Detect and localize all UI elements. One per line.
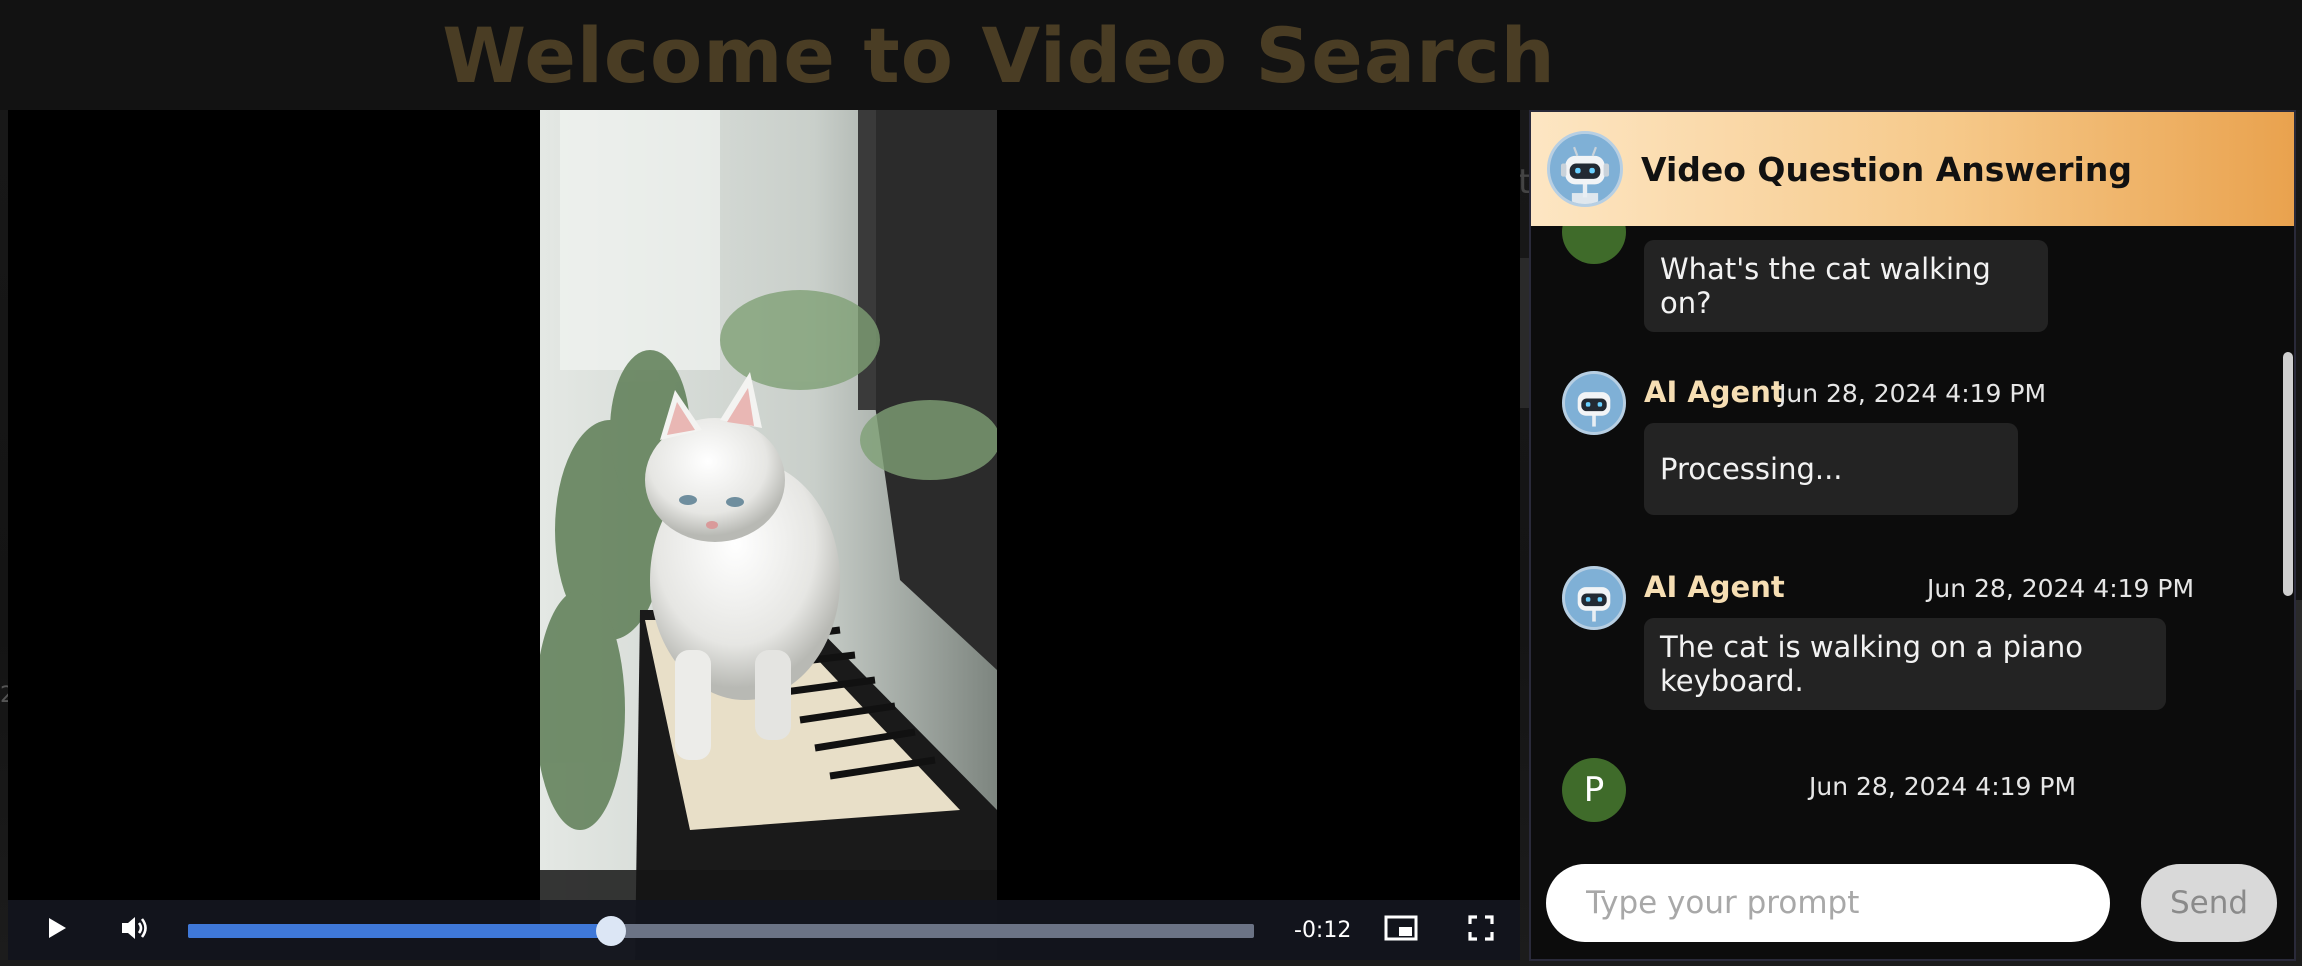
message-timestamp: Jun 28, 2024 4:19 PM — [1809, 772, 2077, 801]
robot-avatar-icon — [1562, 566, 1626, 630]
fullscreen-button[interactable] — [1460, 909, 1502, 951]
send-button[interactable]: Send — [2141, 864, 2277, 942]
message-text: The cat is walking on a piano keyboard. — [1660, 630, 2083, 698]
play-button[interactable] — [36, 909, 78, 951]
page-title: Welcome to Video Search — [442, 10, 1556, 100]
video-player[interactable]: -0:12 — [8, 110, 1520, 960]
video-progress-bar[interactable] — [188, 916, 1254, 946]
picture-in-picture-icon — [1384, 915, 1418, 945]
message-bubble: What's the cat walking on? — [1644, 240, 2048, 332]
message-scrollbar-thumb[interactable] — [2283, 352, 2293, 596]
volume-button[interactable] — [114, 909, 156, 951]
robot-avatar-icon — [1562, 371, 1626, 435]
volume-icon — [120, 914, 150, 946]
message-list[interactable]: What's the cat walking on? AI Agent Jun … — [1531, 226, 2294, 826]
video-frame[interactable] — [540, 110, 997, 960]
avatar — [1562, 566, 1626, 630]
message-bubble: The cat is walking on a piano keyboard. — [1644, 618, 2166, 710]
message-bubble: Processing... — [1644, 423, 2018, 515]
sender-name: AI Agent — [1644, 570, 1785, 604]
chat-panel: Video Question Answering What's the cat … — [1529, 110, 2296, 961]
message-text: What's the cat walking on? — [1660, 252, 1991, 320]
video-still-cat-on-piano — [540, 110, 997, 960]
picture-in-picture-button[interactable] — [1380, 909, 1422, 951]
video-progress-thumb[interactable] — [596, 916, 626, 946]
chat-title: Video Question Answering — [1641, 149, 2132, 189]
video-controls: -0:12 — [8, 900, 1520, 960]
video-progress-fill — [188, 924, 611, 938]
message-timestamp: Jun 28, 2024 4:19 PM — [1779, 379, 2047, 408]
message-timestamp: Jun 28, 2024 4:19 PM — [1927, 574, 2195, 603]
page-header: Welcome to Video Search — [0, 0, 2302, 110]
prompt-input[interactable] — [1546, 864, 2110, 942]
user-avatar — [1562, 226, 1626, 264]
robot-avatar-icon — [1547, 131, 1623, 207]
user-avatar: P — [1562, 758, 1626, 822]
time-remaining: -0:12 — [1294, 918, 1352, 943]
play-icon — [46, 916, 68, 944]
sender-name: AI Agent — [1644, 375, 1785, 409]
avatar — [1562, 371, 1626, 435]
message-text: Processing... — [1660, 452, 1843, 486]
chat-header: Video Question Answering — [1531, 112, 2294, 226]
fullscreen-icon — [1468, 915, 1494, 945]
